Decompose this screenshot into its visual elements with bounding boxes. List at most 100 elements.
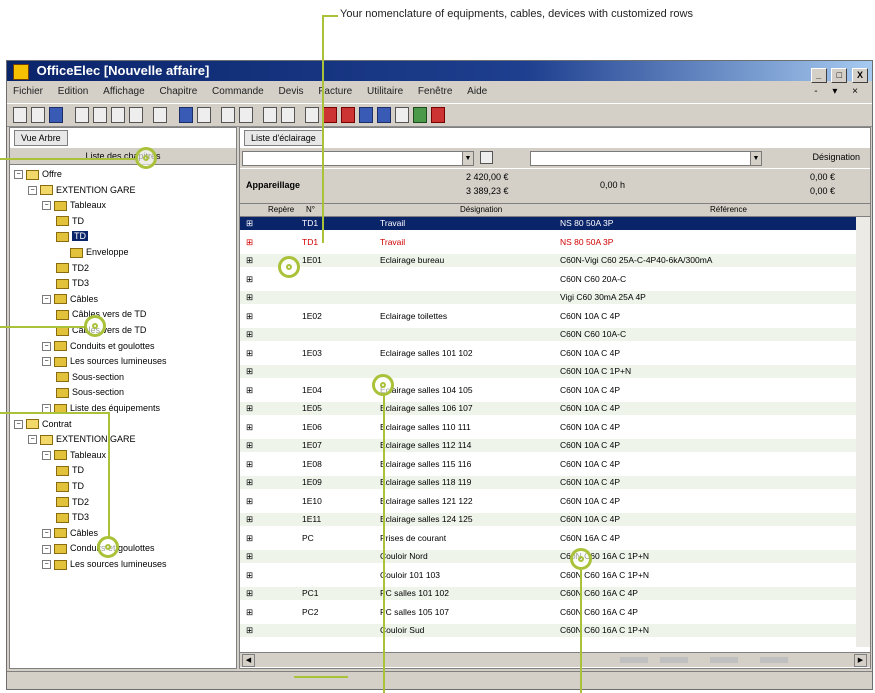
open-icon[interactable] <box>31 107 45 123</box>
table-row[interactable]: ⊞ C60N C60 10A-C <box>240 328 856 341</box>
flag-icon[interactable] <box>431 107 445 123</box>
menu-fenetre[interactable]: Fenêtre <box>412 82 458 102</box>
col-number[interactable]: N° <box>306 204 315 216</box>
row-expander-icon[interactable]: ⊞ <box>246 495 253 508</box>
catalog-icon[interactable] <box>323 107 337 123</box>
tree-item[interactable]: − Câbles <box>42 293 98 305</box>
table-row[interactable]: ⊞ 1E09 Eclairage salles 118 119 C60N 10A C … <box>240 476 856 489</box>
menu-aide[interactable]: Aide <box>461 82 493 102</box>
row-expander-icon[interactable]: ⊞ <box>246 273 253 286</box>
menu-edition[interactable]: Edition <box>52 82 95 102</box>
table-row[interactable]: ⊞ 1E01 Eclairage bureau C60N-Vigi C60 25A-C… <box>240 254 856 267</box>
tree-item[interactable]: − EXTENTION GARE <box>28 184 136 196</box>
table-row[interactable]: ⊞ 1E04 Eclairage salles 104 105 C60N 10A C … <box>240 384 856 397</box>
chart-icon[interactable] <box>179 107 193 123</box>
table-row[interactable]: ⊞ Couloir Sud C60N C60 16A C 1P+N <box>240 624 856 637</box>
horizontal-scrollbar[interactable]: ◀ ▶ <box>240 652 870 667</box>
chevron-down-icon[interactable]: ▼ <box>462 152 473 165</box>
maximize-button[interactable]: □ <box>831 68 848 83</box>
cut-icon[interactable] <box>75 107 89 123</box>
tree-item[interactable]: Sous-section <box>56 371 124 383</box>
expander-icon[interactable]: − <box>42 544 51 554</box>
tab-lighting-list[interactable]: Liste d'éclairage <box>244 130 323 146</box>
tree-item[interactable]: TD <box>56 215 84 227</box>
table-row[interactable]: ⊞ 1E02 Eclairage toilettes C60N 10A C 4P <box>240 310 856 323</box>
menu-devis[interactable]: Devis <box>273 82 310 102</box>
copy-icon[interactable] <box>93 107 107 123</box>
tree-item[interactable]: − EXTENTION GARE <box>28 433 136 445</box>
mdi-controls[interactable]: - ▾ × <box>814 82 864 102</box>
table-row[interactable]: ⊞ Vigi C60 30mA 25A 4P <box>240 291 856 304</box>
table-row[interactable]: ⊞ Couloir Nord C60N C60 16A C 1P+N <box>240 550 856 563</box>
save-icon[interactable] <box>49 107 63 123</box>
row-expander-icon[interactable]: ⊞ <box>246 328 253 341</box>
table-row[interactable]: ⊞ C60N 10A C 1P+N <box>240 365 856 378</box>
table-row[interactable]: ⊞ 1E06 Eclairage salles 110 111 C60N 10A C … <box>240 421 856 434</box>
row-expander-icon[interactable]: ⊞ <box>246 384 253 397</box>
table-row[interactable]: ⊞ 1E08 Eclairage salles 115 116 C60N 10A C … <box>240 458 856 471</box>
row-expander-icon[interactable]: ⊞ <box>246 513 253 526</box>
tree-item[interactable]: TD3 <box>56 511 89 523</box>
menu-fichier[interactable]: Fichier <box>7 82 49 102</box>
expander-icon[interactable]: − <box>42 201 51 211</box>
tree-item[interactable]: − Câbles <box>42 527 98 539</box>
expander-icon[interactable]: − <box>28 185 37 195</box>
tree-item[interactable]: TD <box>56 480 84 492</box>
table-row[interactable]: ⊞ 1E03 Eclairage salles 101 102 C60N 10A C … <box>240 347 856 360</box>
tree-item[interactable]: TD2 <box>56 496 89 508</box>
tree-item[interactable]: − Tableaux <box>42 449 106 461</box>
row-expander-icon[interactable]: ⊞ <box>246 310 253 323</box>
row-expander-icon[interactable]: ⊞ <box>246 402 253 415</box>
row-expander-icon[interactable]: ⊞ <box>246 458 253 471</box>
menu-facture[interactable]: Facture <box>312 82 358 102</box>
table-row[interactable]: ⊞ PC2 PC salles 105 107 C60N C60 16A C 4P <box>240 606 856 619</box>
row-expander-icon[interactable]: ⊞ <box>246 550 253 563</box>
new-icon[interactable] <box>13 107 27 123</box>
row-expander-icon[interactable]: ⊞ <box>246 587 253 600</box>
tree-item[interactable]: − Contrat <box>14 418 72 430</box>
filter-combo[interactable]: ▼ <box>242 151 474 166</box>
table-row[interactable]: ⊞ C60N C60 20A-C <box>240 273 856 286</box>
sum-icon[interactable] <box>239 107 253 123</box>
list-icon[interactable] <box>263 107 277 123</box>
table-row[interactable]: ⊞ 1E07 Eclairage salles 112 114 C60N 10A C … <box>240 439 856 452</box>
report-icon[interactable] <box>377 107 391 123</box>
expander-icon[interactable]: − <box>42 341 51 351</box>
expander-icon[interactable]: − <box>14 419 23 429</box>
insert-row-icon[interactable] <box>153 107 167 123</box>
print-icon[interactable] <box>305 107 319 123</box>
tree-item[interactable]: TD <box>56 230 88 243</box>
expander-icon[interactable]: − <box>14 170 23 180</box>
row-expander-icon[interactable]: ⊞ <box>246 421 253 434</box>
scroll-right-icon[interactable]: ▶ <box>854 654 867 667</box>
table-icon[interactable] <box>221 107 235 123</box>
row-expander-icon[interactable]: ⊞ <box>246 254 253 267</box>
vertical-scrollbar[interactable] <box>856 217 870 647</box>
expander-icon[interactable]: − <box>28 435 37 445</box>
expander-icon[interactable]: − <box>42 560 51 570</box>
validate-icon[interactable] <box>413 107 427 123</box>
tree-item[interactable]: − Offre <box>14 168 62 180</box>
tree-item[interactable]: TD3 <box>56 277 89 289</box>
table-row[interactable]: ⊞ TD1 Travail NS 80 50A 3P <box>240 236 856 249</box>
menu-chapitre[interactable]: Chapitre <box>153 82 203 102</box>
col-repere[interactable]: Repère <box>268 204 294 216</box>
minimize-button[interactable]: _ <box>810 68 827 83</box>
tree-item[interactable]: − Conduits et goulottes <box>42 340 155 352</box>
row-expander-icon[interactable]: ⊞ <box>246 439 253 452</box>
expander-icon[interactable]: − <box>42 528 51 538</box>
export-icon[interactable] <box>395 107 409 123</box>
table-row[interactable]: ⊞ 1E11 Eclairage salles 124 125 C60N 10A C … <box>240 513 856 526</box>
search-combo[interactable]: ▼ <box>530 151 762 166</box>
table-row[interactable]: ⊞ 1E10 Eclairage salles 121 122 C60N 10A C … <box>240 495 856 508</box>
table-row[interactable]: ⊞ Couloir 101 103 C60N C60 16A C 1P+N <box>240 569 856 582</box>
menu-commande[interactable]: Commande <box>206 82 270 102</box>
tree-item[interactable]: TD <box>56 464 84 477</box>
window-icon[interactable] <box>281 107 295 123</box>
row-expander-icon[interactable]: ⊞ <box>246 606 253 619</box>
paste-icon[interactable] <box>111 107 125 123</box>
col-designation[interactable]: Désignation <box>460 204 502 216</box>
expander-icon[interactable]: − <box>42 294 51 304</box>
chevron-down-icon[interactable]: ▼ <box>750 152 761 165</box>
row-expander-icon[interactable]: ⊞ <box>246 365 253 378</box>
